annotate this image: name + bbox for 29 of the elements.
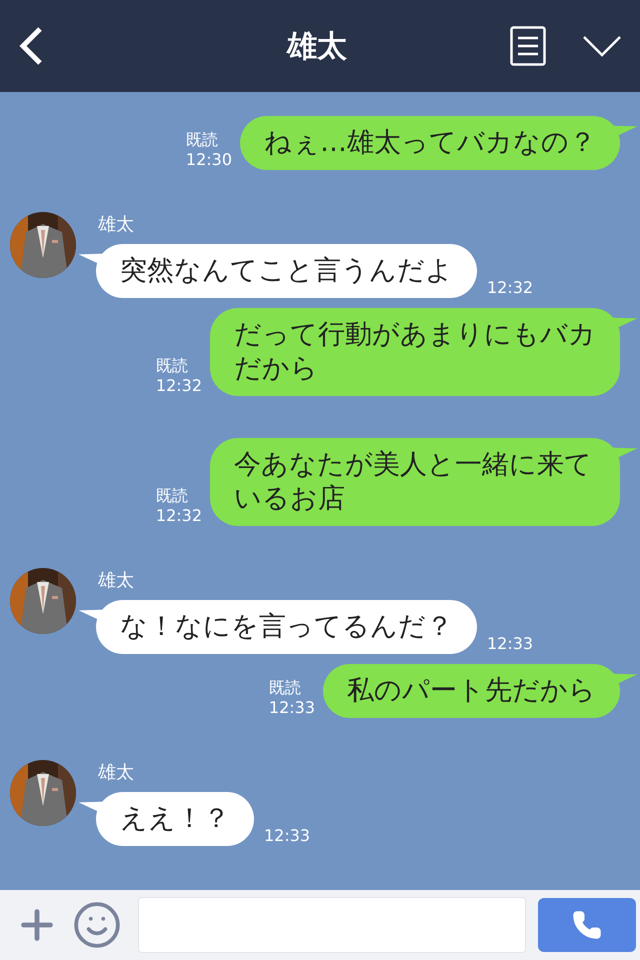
message-input[interactable] xyxy=(138,897,526,953)
read-receipt: 既読 xyxy=(156,356,189,376)
call-button[interactable] xyxy=(538,898,636,952)
sender-name: 雄太 xyxy=(98,213,134,236)
chevron-down-icon[interactable] xyxy=(582,35,622,57)
read-receipt: 既読 xyxy=(186,130,219,150)
message-time: 12:32 xyxy=(156,506,202,526)
note-icon[interactable] xyxy=(510,26,546,66)
message-time: 12:30 xyxy=(186,150,232,170)
message-bubble: ねぇ…雄太ってバカなの？ xyxy=(240,116,620,170)
message-bubble: 今あなたが美人と一緒に来ているお店 xyxy=(210,438,620,526)
message-bubble: ええ！？ xyxy=(96,792,254,846)
sender-name: 雄太 xyxy=(98,569,134,592)
message-bubble: だって行動があまりにもバカだから xyxy=(210,308,620,396)
message-time: 12:33 xyxy=(264,826,310,846)
message-bubble: 私のパート先だから xyxy=(323,664,620,718)
chat-title: 雄太 xyxy=(285,28,348,66)
message-time: 12:33 xyxy=(487,634,534,654)
read-receipt: 既読 xyxy=(268,678,302,698)
phone-icon xyxy=(572,910,602,940)
back-icon[interactable] xyxy=(18,26,44,66)
smiley-icon[interactable] xyxy=(72,900,122,950)
sender-name: 雄太 xyxy=(98,761,134,784)
read-receipt: 既読 xyxy=(156,486,189,506)
message-bubble: な！なにを言ってるんだ？ xyxy=(96,600,477,654)
message-time: 12:33 xyxy=(268,698,315,718)
message-time: 12:32 xyxy=(156,376,202,396)
message-time: 12:32 xyxy=(487,278,534,298)
message-bubble: 突然なんてこと言うんだよ xyxy=(96,244,477,298)
